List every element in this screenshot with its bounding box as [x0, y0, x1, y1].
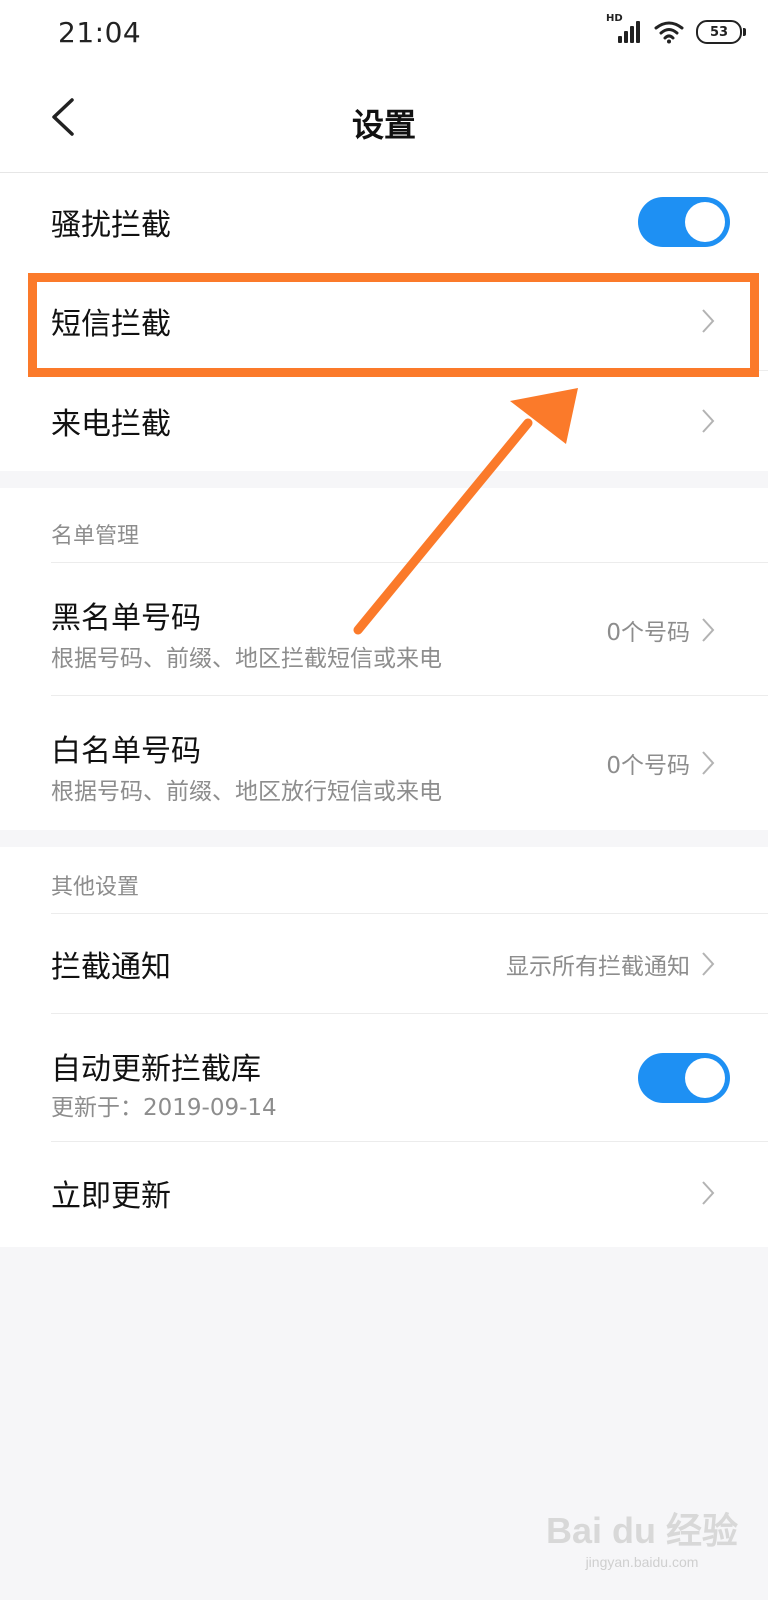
section-title: 其他设置 — [51, 875, 140, 900]
section-header-list-management: 名单管理 — [0, 488, 768, 563]
status-icons: HD 53 — [606, 13, 746, 46]
blacklist-count: 0个号码 — [606, 619, 690, 646]
whitelist-label: 白名单号码 — [51, 734, 201, 769]
row-interception-notification[interactable]: 拦截通知 显示所有拦截通知 — [0, 914, 768, 1014]
battery-level: 53 — [709, 24, 729, 40]
harassment-interception-toggle[interactable] — [638, 197, 730, 247]
last-updated-text: 更新于：2019-09-14 — [51, 1095, 277, 1121]
watermark: Bai du 经验 jingyan.baidu.com — [546, 1502, 738, 1570]
status-bar: 21:04 HD 53 — [0, 0, 768, 64]
sms-interception-label: 短信拦截 — [51, 307, 171, 342]
call-interception-label: 来电拦截 — [51, 407, 171, 442]
section-header-other-settings: 其他设置 — [0, 847, 768, 914]
header: 设置 — [0, 64, 768, 173]
row-blacklist[interactable]: 黑名单号码 根据号码、前缀、地区拦截短信或来电 0个号码 — [0, 563, 768, 696]
whitelist-count: 0个号码 — [606, 753, 690, 779]
auto-update-toggle[interactable] — [638, 1053, 730, 1103]
chevron-right-icon — [702, 309, 715, 333]
row-sms-interception[interactable]: 短信拦截 — [0, 271, 768, 371]
status-time: 21:04 — [58, 16, 142, 49]
battery-icon: 53 — [696, 20, 746, 44]
row-auto-update-library: 自动更新拦截库 更新于：2019-09-14 — [0, 1014, 768, 1142]
auto-update-library-label: 自动更新拦截库 — [51, 1052, 261, 1087]
interception-notification-label: 拦截通知 — [51, 950, 171, 985]
chevron-right-icon — [702, 751, 715, 775]
watermark-url: jingyan.baidu.com — [585, 1554, 699, 1570]
row-call-interception[interactable]: 来电拦截 — [0, 371, 768, 471]
whitelist-description: 根据号码、前缀、地区放行短信或来电 — [51, 779, 442, 805]
chevron-right-icon — [702, 409, 715, 433]
interception-notification-value: 显示所有拦截通知 — [506, 954, 690, 980]
harassment-interception-label: 骚扰拦截 — [51, 208, 171, 243]
blacklist-description: 根据号码、前缀、地区拦截短信或来电 — [51, 646, 442, 672]
row-harassment-interception: 骚扰拦截 — [0, 173, 768, 271]
toggle-knob — [685, 1058, 725, 1098]
section-title: 名单管理 — [51, 524, 140, 549]
cellular-signal-icon: HD — [606, 13, 642, 45]
list-management-group: 名单管理 黑名单号码 根据号码、前缀、地区拦截短信或来电 0个号码 白名单号码 … — [0, 488, 768, 830]
interception-group: 骚扰拦截 短信拦截 来电拦截 — [0, 173, 768, 471]
page-title: 设置 — [351, 106, 416, 144]
network-type-label: HD — [606, 13, 623, 24]
row-whitelist[interactable]: 白名单号码 根据号码、前缀、地区放行短信或来电 0个号码 — [0, 696, 768, 830]
other-settings-group: 其他设置 拦截通知 显示所有拦截通知 自动更新拦截库 更新于：2019-09-1… — [0, 847, 768, 1247]
chevron-right-icon — [702, 952, 715, 976]
blacklist-label: 黑名单号码 — [51, 601, 201, 636]
watermark-logo: Bai du 经验 — [545, 1510, 738, 1551]
chevron-right-icon — [702, 617, 715, 642]
row-update-now[interactable]: 立即更新 — [0, 1142, 768, 1244]
update-now-label: 立即更新 — [51, 1179, 171, 1214]
chevron-right-icon — [702, 1181, 715, 1205]
toggle-knob — [685, 202, 725, 242]
wifi-icon — [654, 21, 684, 44]
